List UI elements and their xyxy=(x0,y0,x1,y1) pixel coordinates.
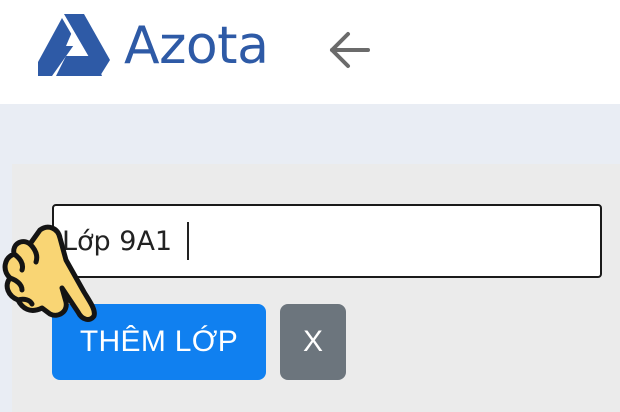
text-caret xyxy=(187,222,189,260)
arrow-left-icon xyxy=(330,32,370,68)
pointing-hand-icon xyxy=(2,224,97,322)
azota-logo-icon xyxy=(36,12,112,78)
class-name-input[interactable] xyxy=(52,204,602,278)
azota-logo-text: Azota xyxy=(124,16,269,76)
app-header: Azota xyxy=(0,0,620,104)
back-button[interactable] xyxy=(324,28,372,72)
cancel-button[interactable]: X xyxy=(280,304,346,380)
